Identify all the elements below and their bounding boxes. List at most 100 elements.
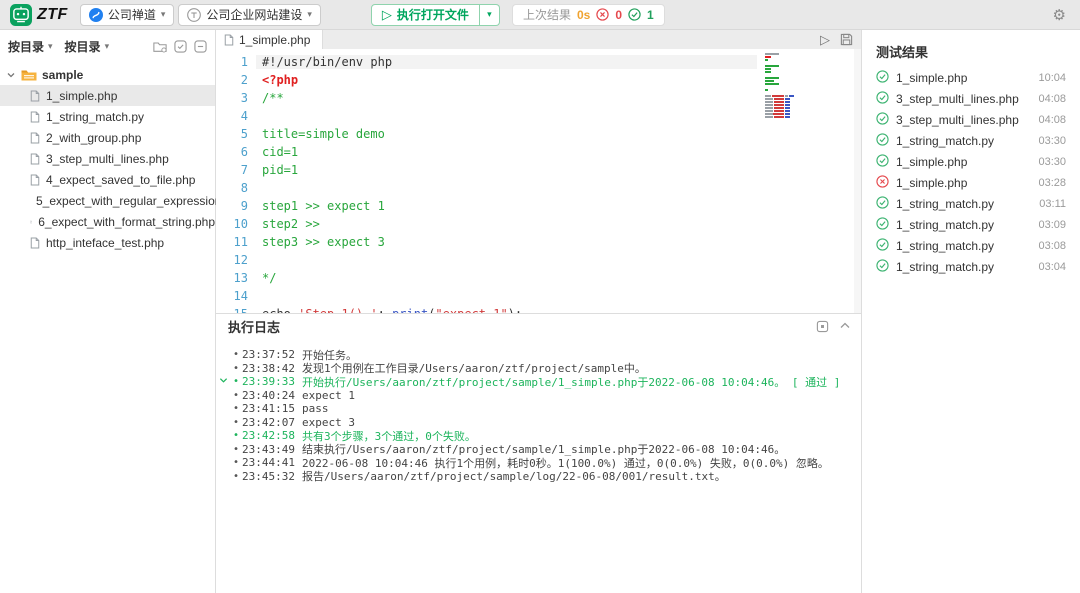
pass-circle-icon <box>876 70 889 83</box>
line-number: 7 <box>216 163 256 177</box>
result-item[interactable]: 3_step_multi_lines.php 04:08 <box>862 109 1080 130</box>
result-status-icon <box>876 238 889 254</box>
bullet-icon: • <box>230 430 242 441</box>
file-name: http_inteface_test.php <box>46 236 164 250</box>
code-line-text: title=simple demo <box>256 127 757 141</box>
chevron-down-icon <box>6 70 16 80</box>
chevron-down-icon: ▾ <box>307 10 312 19</box>
select-all-icon[interactable] <box>174 40 187 53</box>
line-number: 12 <box>216 253 256 267</box>
result-item[interactable]: 1_string_match.py 03:09 <box>862 214 1080 235</box>
result-item[interactable]: 1_string_match.py 03:04 <box>862 256 1080 277</box>
result-item[interactable]: 1_string_match.py 03:11 <box>862 193 1080 214</box>
log-timestamp: 23:45:32 <box>242 470 302 483</box>
line-number: 6 <box>216 145 256 159</box>
file-name: 5_expect_with_regular_expression.php <box>36 194 245 208</box>
code-editor[interactable]: 1 #!/usr/bin/env php 2 <?php 3 /** 4 5 t… <box>216 49 861 313</box>
file-tree-item[interactable]: 2_with_group.php <box>0 127 215 148</box>
app-logo: ZTF <box>10 4 68 26</box>
result-file-name: 3_step_multi_lines.php <box>896 92 1019 106</box>
file-tree-item[interactable]: 1_simple.php <box>0 85 215 106</box>
pass-circle-icon <box>628 8 641 21</box>
file-tree-item[interactable]: 4_expect_saved_to_file.php <box>0 169 215 190</box>
line-number: 13 <box>216 271 256 285</box>
result-item[interactable]: 1_simple.php 03:28 <box>862 172 1080 193</box>
line-number: 10 <box>216 217 256 231</box>
sidebar-header: 按目录 ▾ 按目录 ▾ <box>0 34 215 58</box>
result-time: 03:04 <box>1038 261 1066 273</box>
file-tree-item[interactable]: 5_expect_with_regular_expression.php <box>0 190 215 211</box>
save-icon[interactable] <box>840 33 853 46</box>
code-line: 5 title=simple demo <box>216 125 861 143</box>
result-item[interactable]: 1_string_match.py 03:30 <box>862 130 1080 151</box>
line-number: 3 <box>216 91 256 105</box>
file-icon <box>30 153 40 165</box>
editor-tab-actions: ▷ <box>820 30 853 49</box>
bullet-icon: • <box>230 390 242 401</box>
code-line: 10 step2 >> <box>216 215 861 233</box>
tree-root-sample-folder[interactable]: sample <box>0 64 215 85</box>
result-item[interactable]: 1_simple.php 03:30 <box>862 151 1080 172</box>
folder-icon <box>21 69 37 81</box>
result-item[interactable]: 3_step_multi_lines.php 04:08 <box>862 88 1080 109</box>
file-tree-item[interactable]: http_inteface_test.php <box>0 232 215 253</box>
run-options-caret[interactable]: ▾ <box>480 4 500 26</box>
minimap[interactable] <box>765 53 799 119</box>
collapse-panel-icon[interactable] <box>839 320 851 332</box>
ztf-logo-icon <box>10 4 32 26</box>
code-line: 11 step3 >> expect 3 <box>216 233 861 251</box>
log-expand-chevron-icon[interactable] <box>216 375 230 388</box>
workspace-dropdown[interactable]: 公司禅道 ▾ <box>80 4 175 26</box>
log-header: 执行日志 <box>216 314 861 338</box>
result-item[interactable]: 1_simple.php 10:04 <box>862 67 1080 88</box>
result-time: 04:08 <box>1038 93 1066 105</box>
code-line-text: step3 >> expect 3 <box>256 235 757 249</box>
file-icon <box>224 34 234 46</box>
log-message: 报告/Users/aaron/ztf/project/sample/log/22… <box>302 468 861 484</box>
collapse-all-icon[interactable] <box>194 40 207 53</box>
result-file-name: 3_step_multi_lines.php <box>896 113 1019 127</box>
result-item[interactable]: 1_string_match.py 03:08 <box>862 235 1080 256</box>
file-tree-sidebar: 按目录 ▾ 按目录 ▾ <box>0 30 216 593</box>
folder-settings-icon[interactable] <box>153 40 167 53</box>
result-time: 03:30 <box>1038 135 1066 147</box>
pass-circle-icon <box>876 196 889 209</box>
result-status-icon <box>876 154 889 170</box>
log-lines: • 23:37:52 开始任务。 • 23:38:42 发现1个用例在工作目录/… <box>216 348 861 483</box>
line-number: 5 <box>216 127 256 141</box>
log-timestamp: 23:37:52 <box>242 348 302 361</box>
chevron-down-icon: ▾ <box>487 10 492 19</box>
result-file-name: 1_simple.php <box>896 71 967 85</box>
product-dropdown[interactable]: 公司企业网站建设 ▾ <box>178 4 321 26</box>
settings-gear-icon[interactable]: ⚙ <box>1053 6 1066 24</box>
result-time: 10:04 <box>1038 72 1066 84</box>
file-tree-item[interactable]: 3_step_multi_lines.php <box>0 148 215 169</box>
log-timestamp: 23:38:42 <box>242 362 302 375</box>
bullet-icon: • <box>230 444 242 455</box>
code-line: 15 echo 'Step 1().'; print("expect 1"); <box>216 305 861 313</box>
editor-tab-1-simple-php[interactable]: 1_simple.php <box>216 30 323 49</box>
file-tree-item[interactable]: 6_expect_with_format_string.php <box>0 211 215 232</box>
pass-circle-icon <box>876 217 889 230</box>
code-line-text: */ <box>256 271 757 285</box>
result-status-icon <box>876 196 889 212</box>
result-time: 04:08 <box>1038 114 1066 126</box>
editor-scrollbar[interactable] <box>854 49 861 313</box>
run-open-file-button[interactable]: ▷ 执行打开文件 <box>371 4 480 26</box>
code-line: 9 step1 >> expect 1 <box>216 197 861 215</box>
file-name: 2_with_group.php <box>46 131 141 145</box>
run-file-icon[interactable]: ▷ <box>820 33 830 46</box>
bullet-icon: • <box>230 349 242 360</box>
result-file-name: 1_string_match.py <box>896 197 994 211</box>
result-status-icon <box>876 70 889 86</box>
log-timestamp: 23:42:07 <box>242 416 302 429</box>
top-toolbar: ZTF 公司禅道 ▾ 公司企业网站建设 ▾ ▷ 执行打开文件 <box>0 0 1080 30</box>
scroll-lock-icon[interactable] <box>816 320 829 333</box>
file-tree-item[interactable]: 1_string_match.py <box>0 106 215 127</box>
sidebar-tab-by-directory-left[interactable]: 按目录 ▾ <box>8 38 53 55</box>
zentao-icon <box>89 8 103 22</box>
fail-circle-icon <box>596 8 609 21</box>
sidebar-tab-by-directory-right[interactable]: 按目录 ▾ <box>65 38 110 55</box>
result-status-icon <box>876 259 889 275</box>
ztf-app-window: ZTF 公司禅道 ▾ 公司企业网站建设 ▾ ▷ 执行打开文件 <box>0 0 1080 593</box>
